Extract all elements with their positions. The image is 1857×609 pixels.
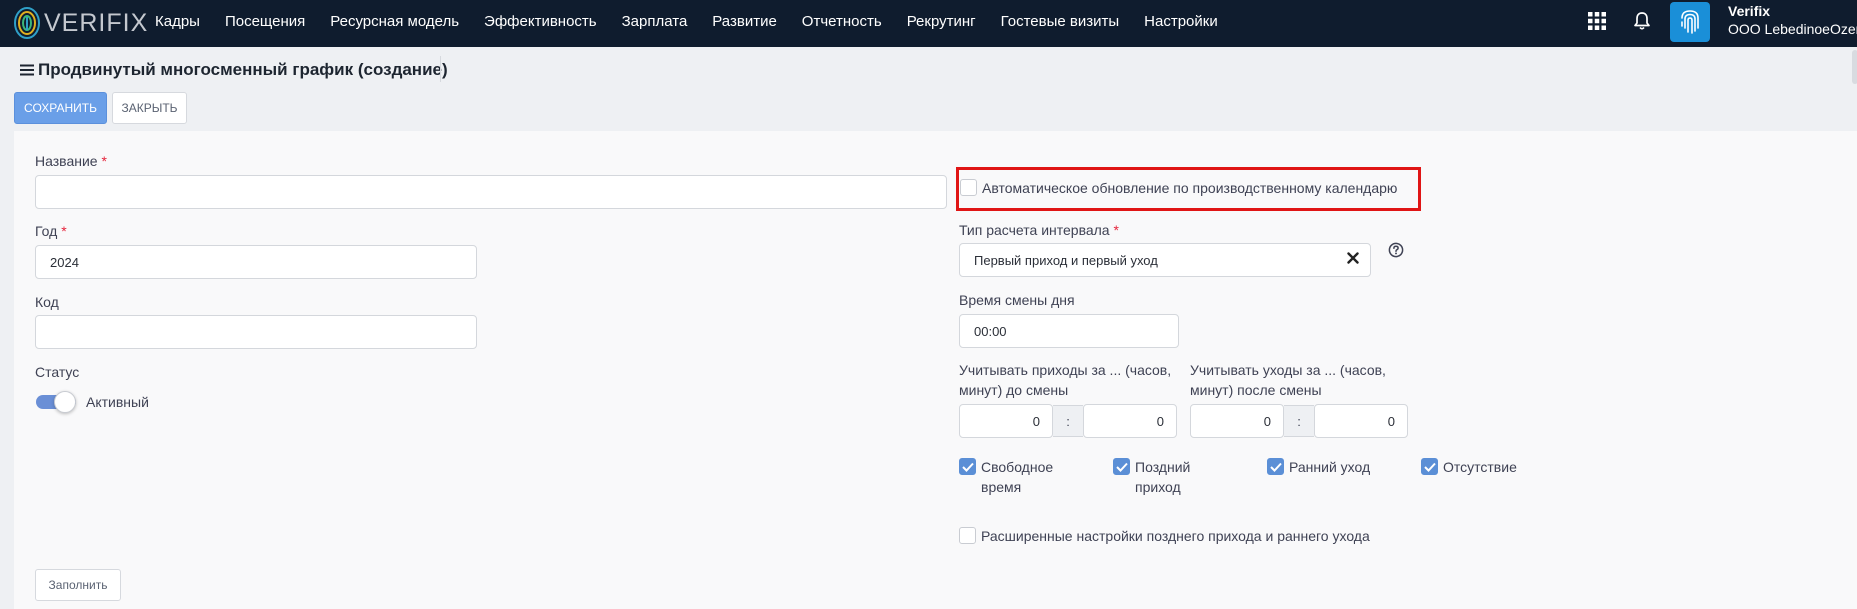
late-arrival-checkbox[interactable] xyxy=(1113,458,1130,475)
avatar[interactable] xyxy=(1670,2,1710,42)
bell-icon[interactable] xyxy=(1632,11,1652,31)
nav-item-attendance[interactable]: Посещения xyxy=(225,13,305,30)
status-value: Активный xyxy=(86,394,149,410)
code-label: Код xyxy=(35,294,59,310)
nav-item-salary[interactable]: Зарплата xyxy=(622,13,688,30)
check-icon xyxy=(962,462,974,472)
nav-item-efficiency[interactable]: Эффективность xyxy=(484,13,597,30)
early-leave-checkbox[interactable] xyxy=(1267,458,1284,475)
check-icon xyxy=(1424,462,1436,472)
free-time-label-line2: время xyxy=(981,479,1022,495)
interval-label: Тип расчета интервала * xyxy=(959,222,1119,238)
user-name[interactable]: Verifix xyxy=(1728,3,1770,19)
day-change-input[interactable]: 00:00 xyxy=(959,314,1179,348)
apps-grid-icon[interactable] xyxy=(1587,11,1607,31)
name-input[interactable] xyxy=(35,175,947,209)
nav-item-reports[interactable]: Отчетность xyxy=(802,13,882,30)
auto-update-label: Автоматическое обновление по производств… xyxy=(982,180,1398,196)
brand-logo[interactable]: VERIFIX xyxy=(12,5,148,41)
arrivals-separator: : xyxy=(1053,405,1083,437)
departures-minutes-input[interactable]: 0 xyxy=(1314,404,1408,438)
arrivals-label-line2: минут) до смены xyxy=(959,382,1069,398)
menu-icon[interactable] xyxy=(20,64,34,76)
top-navbar: VERIFIX Кадры Посещения Ресурсная модель… xyxy=(0,0,1857,47)
arrivals-hours-input[interactable]: 0 xyxy=(959,404,1053,438)
free-time-label-line1: Свободное xyxy=(981,459,1054,475)
departures-label-line1: Учитывать уходы за ... (часов, xyxy=(1190,362,1386,378)
departures-label-line2: минут) после смены xyxy=(1190,382,1322,398)
save-button[interactable]: СОХРАНИТЬ xyxy=(14,92,107,124)
departures-separator: : xyxy=(1284,405,1314,437)
nav-item-settings[interactable]: Настройки xyxy=(1144,13,1218,30)
scrollbar-thumb[interactable] xyxy=(1852,50,1857,84)
absence-label: Отсутствие xyxy=(1443,459,1517,475)
fill-button[interactable]: Заполнить xyxy=(35,569,121,601)
late-arrival-label-line2: приход xyxy=(1135,479,1181,495)
nav-item-recruiting[interactable]: Рекрутинг xyxy=(907,13,976,30)
status-toggle[interactable] xyxy=(36,391,78,413)
late-arrival-label-line1: Поздний xyxy=(1135,459,1191,475)
year-label: Год * xyxy=(35,223,67,239)
nav-item-development[interactable]: Развитие xyxy=(712,13,777,30)
day-change-label: Время смены дня xyxy=(959,292,1075,308)
nav-item-guest-visits[interactable]: Гостевые визиты xyxy=(1001,13,1120,30)
help-icon[interactable] xyxy=(1388,242,1404,258)
close-button[interactable]: ЗАКРЫТЬ xyxy=(112,92,187,124)
page-title-text: Продвинутый многосменный график (создани… xyxy=(38,60,448,79)
status-label: Статус xyxy=(35,364,80,380)
fingerprint-logo-icon xyxy=(14,7,40,39)
check-icon xyxy=(1270,462,1282,472)
arrivals-label-line1: Учитывать приходы за ... (часов, xyxy=(959,362,1172,378)
arrivals-minutes-input[interactable]: 0 xyxy=(1083,404,1177,438)
fingerprint-icon xyxy=(1681,10,1699,34)
auto-update-checkbox[interactable] xyxy=(960,179,977,196)
title-divider xyxy=(440,56,441,82)
nav-item-kadry[interactable]: Кадры xyxy=(155,13,200,30)
page-title: Продвинутый многосменный график (создани… xyxy=(20,60,448,80)
interval-select[interactable]: Первый приход и первый уход xyxy=(959,243,1371,277)
name-label: Название * xyxy=(35,153,107,169)
absence-checkbox[interactable] xyxy=(1421,458,1438,475)
extended-settings-label: Расширенные настройки позднего прихода и… xyxy=(981,528,1370,544)
code-input[interactable] xyxy=(35,315,477,349)
free-time-checkbox[interactable] xyxy=(959,458,976,475)
year-input[interactable]: 2024 xyxy=(35,245,477,279)
check-icon xyxy=(1116,462,1128,472)
main-nav: Кадры Посещения Ресурсная модель Эффекти… xyxy=(155,0,1243,42)
early-leave-label: Ранний уход xyxy=(1289,459,1371,475)
extended-settings-checkbox[interactable] xyxy=(959,527,976,544)
nav-item-resource-model[interactable]: Ресурсная модель xyxy=(330,13,459,30)
departures-hours-input[interactable]: 0 xyxy=(1190,404,1284,438)
clear-icon[interactable] xyxy=(1346,251,1360,265)
brand-name: VERIFIX xyxy=(44,8,149,37)
user-org[interactable]: ООО LebedinoeOzero xyxy=(1728,21,1857,37)
toggle-knob xyxy=(54,391,76,413)
